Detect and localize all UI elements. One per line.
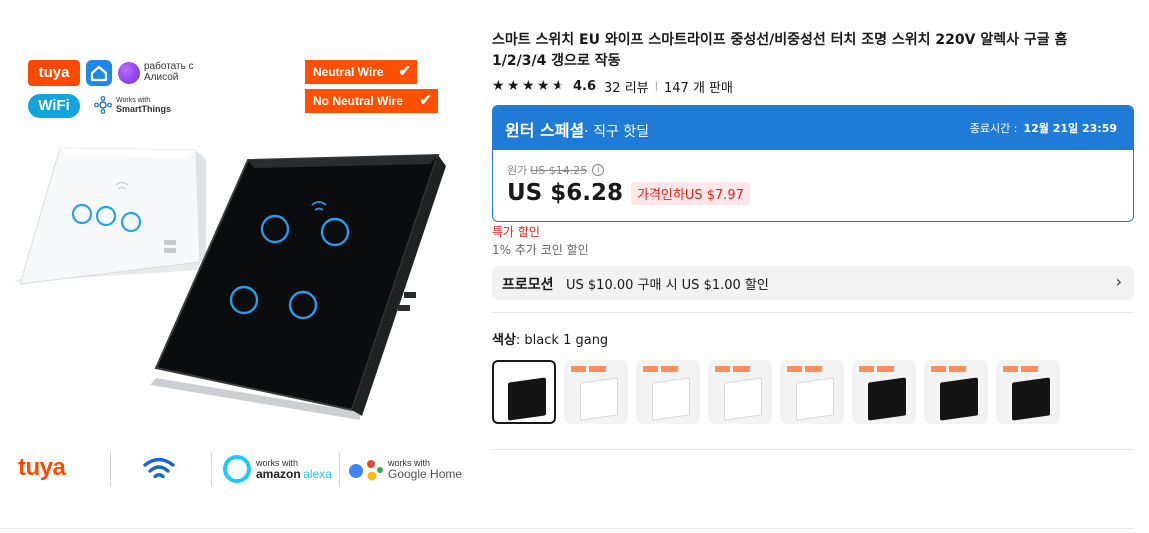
- info-icon[interactable]: i: [592, 164, 605, 176]
- sold-count: 147 개 판매: [664, 80, 733, 96]
- divider: [492, 312, 1134, 313]
- original-price: US $14.25: [530, 163, 588, 177]
- star-half-icon: ★: [552, 78, 565, 94]
- color-swatch-black[interactable]: [852, 360, 916, 424]
- review-count[interactable]: 32 리뷰: [604, 77, 649, 96]
- current-price: US $6.28: [507, 180, 623, 206]
- swatch-badge-strip: [931, 366, 981, 372]
- color-swatch-black[interactable]: [924, 360, 988, 424]
- star-icon: ★: [537, 78, 550, 94]
- separator: |: [654, 80, 659, 92]
- compatibility-logos: tuya works with amazon alexa works with …: [18, 450, 468, 490]
- divider: [211, 452, 212, 486]
- alexa-logo-text: works with amazon alexa: [256, 458, 332, 481]
- rating-row[interactable]: ★ ★ ★ ★ ★ 4.6 32 리뷰 | 147 개 판매: [492, 76, 733, 96]
- deal-box: 윈터 스페셜· 직구 핫딜 종료시간 :12월 21일 23:59 원가 US …: [492, 105, 1134, 222]
- switch-illustration: [14, 147, 446, 420]
- product-title: 스마트 스위치 EU 와이프 스마트라이프 중성선/비중성선 터치 조명 스위치…: [492, 32, 1068, 69]
- deal-name: 윈터 스페셜· 직구 핫딜: [505, 121, 650, 140]
- divider: [0, 528, 1134, 529]
- color-label: 색상: black 1 gang: [492, 333, 609, 348]
- color-swatch-white[interactable]: [708, 360, 772, 424]
- sale-label: 특가 할인: [492, 225, 540, 239]
- swatch-switch-thumbnail: [1012, 377, 1050, 421]
- divider: [339, 452, 340, 486]
- google-assistant-icon: [349, 460, 383, 481]
- swatch-badge-strip: [859, 366, 909, 372]
- swatch-switch-thumbnail: [580, 377, 618, 421]
- star-icon: ★: [522, 78, 535, 94]
- swatch-badge-strip: [1003, 366, 1053, 372]
- chevron-right-icon: ›: [1115, 272, 1122, 291]
- star-rating: ★ ★ ★ ★ ★: [492, 79, 566, 93]
- product-image[interactable]: tuya работать с Алисой WiFi Works with S…: [0, 0, 470, 533]
- swatch-badge-strip: [571, 366, 621, 372]
- deal-end-time: 종료시간 :12월 21일 23:59: [969, 122, 1117, 135]
- deal-header: 윈터 스페셜· 직구 핫딜 종료시간 :12월 21일 23:59: [493, 106, 1133, 150]
- color-swatch-white[interactable]: [780, 360, 844, 424]
- promotion-tag: 프로모션: [502, 277, 554, 293]
- color-swatch-white[interactable]: [564, 360, 628, 424]
- rating-score: 4.6: [573, 78, 597, 94]
- color-swatch-black[interactable]: [996, 360, 1060, 424]
- swatch-switch-thumbnail: [868, 377, 906, 421]
- swatch-badge-strip: [715, 366, 765, 372]
- promotion-text: US $10.00 구매 시 US $1.00 할인: [566, 278, 769, 293]
- swatch-badge-strip: [643, 366, 693, 372]
- promotion-bar[interactable]: 프로모션 US $10.00 구매 시 US $1.00 할인 ›: [492, 266, 1134, 300]
- swatch-switch-thumbnail: [940, 377, 978, 421]
- original-price-row: 원가 US $14.25 i: [507, 162, 605, 178]
- star-icon: ★: [492, 78, 505, 94]
- color-swatch-white[interactable]: [636, 360, 700, 424]
- star-icon: ★: [507, 78, 520, 94]
- wifi-icon: [143, 457, 175, 479]
- swatch-switch-thumbnail: [652, 377, 690, 421]
- coin-discount-label: 1% 추가 코인 할인: [492, 243, 589, 257]
- divider: [492, 449, 1134, 450]
- swatch-switch-thumbnail: [508, 377, 546, 421]
- color-swatch-black[interactable]: [492, 360, 556, 424]
- swatch-switch-thumbnail: [724, 377, 762, 421]
- divider: [110, 452, 111, 486]
- google-home-logo-text: works with Google Home: [388, 458, 463, 481]
- swatch-badge-strip: [787, 366, 837, 372]
- price-drop-badge: 가격인하US $7.97: [631, 181, 750, 205]
- swatch-switch-thumbnail: [796, 377, 834, 421]
- color-swatches: [492, 360, 1060, 424]
- alexa-icon: [223, 455, 251, 483]
- tuya-logo: tuya: [18, 454, 66, 481]
- price-row: US $6.28 가격인하US $7.97: [507, 180, 750, 206]
